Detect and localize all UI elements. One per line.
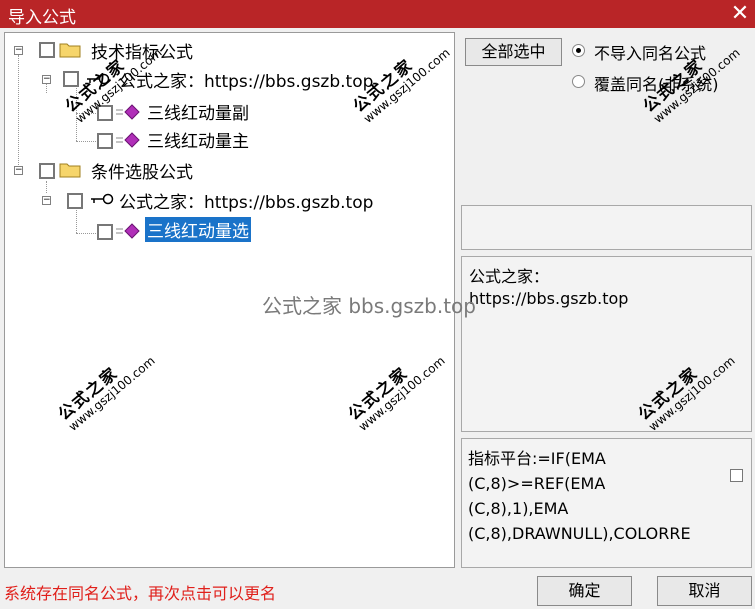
radio-no-import[interactable] — [572, 44, 585, 57]
tree-label-formula-1[interactable]: 三线红动量副 — [147, 99, 249, 124]
tree-connector — [46, 181, 47, 193]
status-message: 系统存在同名公式，再次点击可以更名 — [4, 584, 277, 603]
checkbox-group-screening[interactable] — [39, 163, 55, 179]
code-panel[interactable]: 指标平台:=IF(EMA (C,8)>=REF(EMA (C,8),1),EMA… — [461, 438, 752, 568]
title-bar: 导入公式 ✕ — [0, 0, 755, 28]
checkbox-source-1[interactable] — [63, 71, 79, 87]
info-panel: 公式之家： https://bbs.gszb.top — [461, 256, 752, 432]
tree-label-screening[interactable]: 条件选股公式 — [91, 158, 193, 183]
checkbox-source-2[interactable] — [67, 193, 83, 209]
radio-overwrite[interactable] — [572, 75, 585, 88]
formula-gem-icon — [116, 104, 140, 120]
collapse-icon[interactable]: − — [42, 196, 51, 205]
collapse-icon[interactable]: − — [14, 166, 23, 175]
select-all-button[interactable]: 全部选中 — [465, 38, 562, 66]
info-line-1: 公式之家： — [469, 267, 550, 286]
code-checkbox[interactable] — [730, 469, 743, 482]
tree-connector — [18, 55, 19, 173]
tree-connector — [76, 205, 77, 233]
tree-connector — [76, 141, 96, 142]
formula-gem-icon — [116, 223, 140, 239]
info-line-2: https://bbs.gszb.top — [469, 289, 629, 308]
cancel-button[interactable]: 取消 — [657, 576, 752, 606]
tree-label-source-2[interactable]: 公式之家：https://bbs.gszb.top — [119, 188, 373, 213]
folder-icon — [59, 43, 81, 58]
checkbox-formula-2[interactable] — [97, 133, 113, 149]
checkbox-group-technical[interactable] — [39, 42, 55, 58]
close-icon[interactable]: ✕ — [727, 1, 753, 27]
key-icon — [91, 193, 114, 205]
formula-gem-icon — [116, 132, 140, 148]
center-watermark: 公式之家 bbs.gszb.top — [262, 294, 476, 318]
checkbox-formula-3[interactable] — [97, 224, 113, 240]
collapse-icon[interactable]: − — [42, 75, 51, 84]
code-text: 指标平台:=IF(EMA (C,8)>=REF(EMA (C,8),1),EMA… — [468, 449, 691, 543]
tree-connector — [76, 233, 96, 234]
ok-button[interactable]: 确定 — [537, 576, 632, 606]
folder-icon — [59, 163, 81, 178]
window-title: 导入公式 — [8, 8, 76, 28]
collapse-icon[interactable]: − — [14, 46, 23, 55]
tree-label-source-1[interactable]: 公式之家：https://bbs.gszb.top — [119, 67, 373, 92]
tree-label-formula-3[interactable]: 三线红动量选 — [145, 217, 251, 242]
tree-label-formula-2[interactable]: 三线红动量主 — [147, 127, 249, 152]
description-box — [461, 205, 752, 250]
